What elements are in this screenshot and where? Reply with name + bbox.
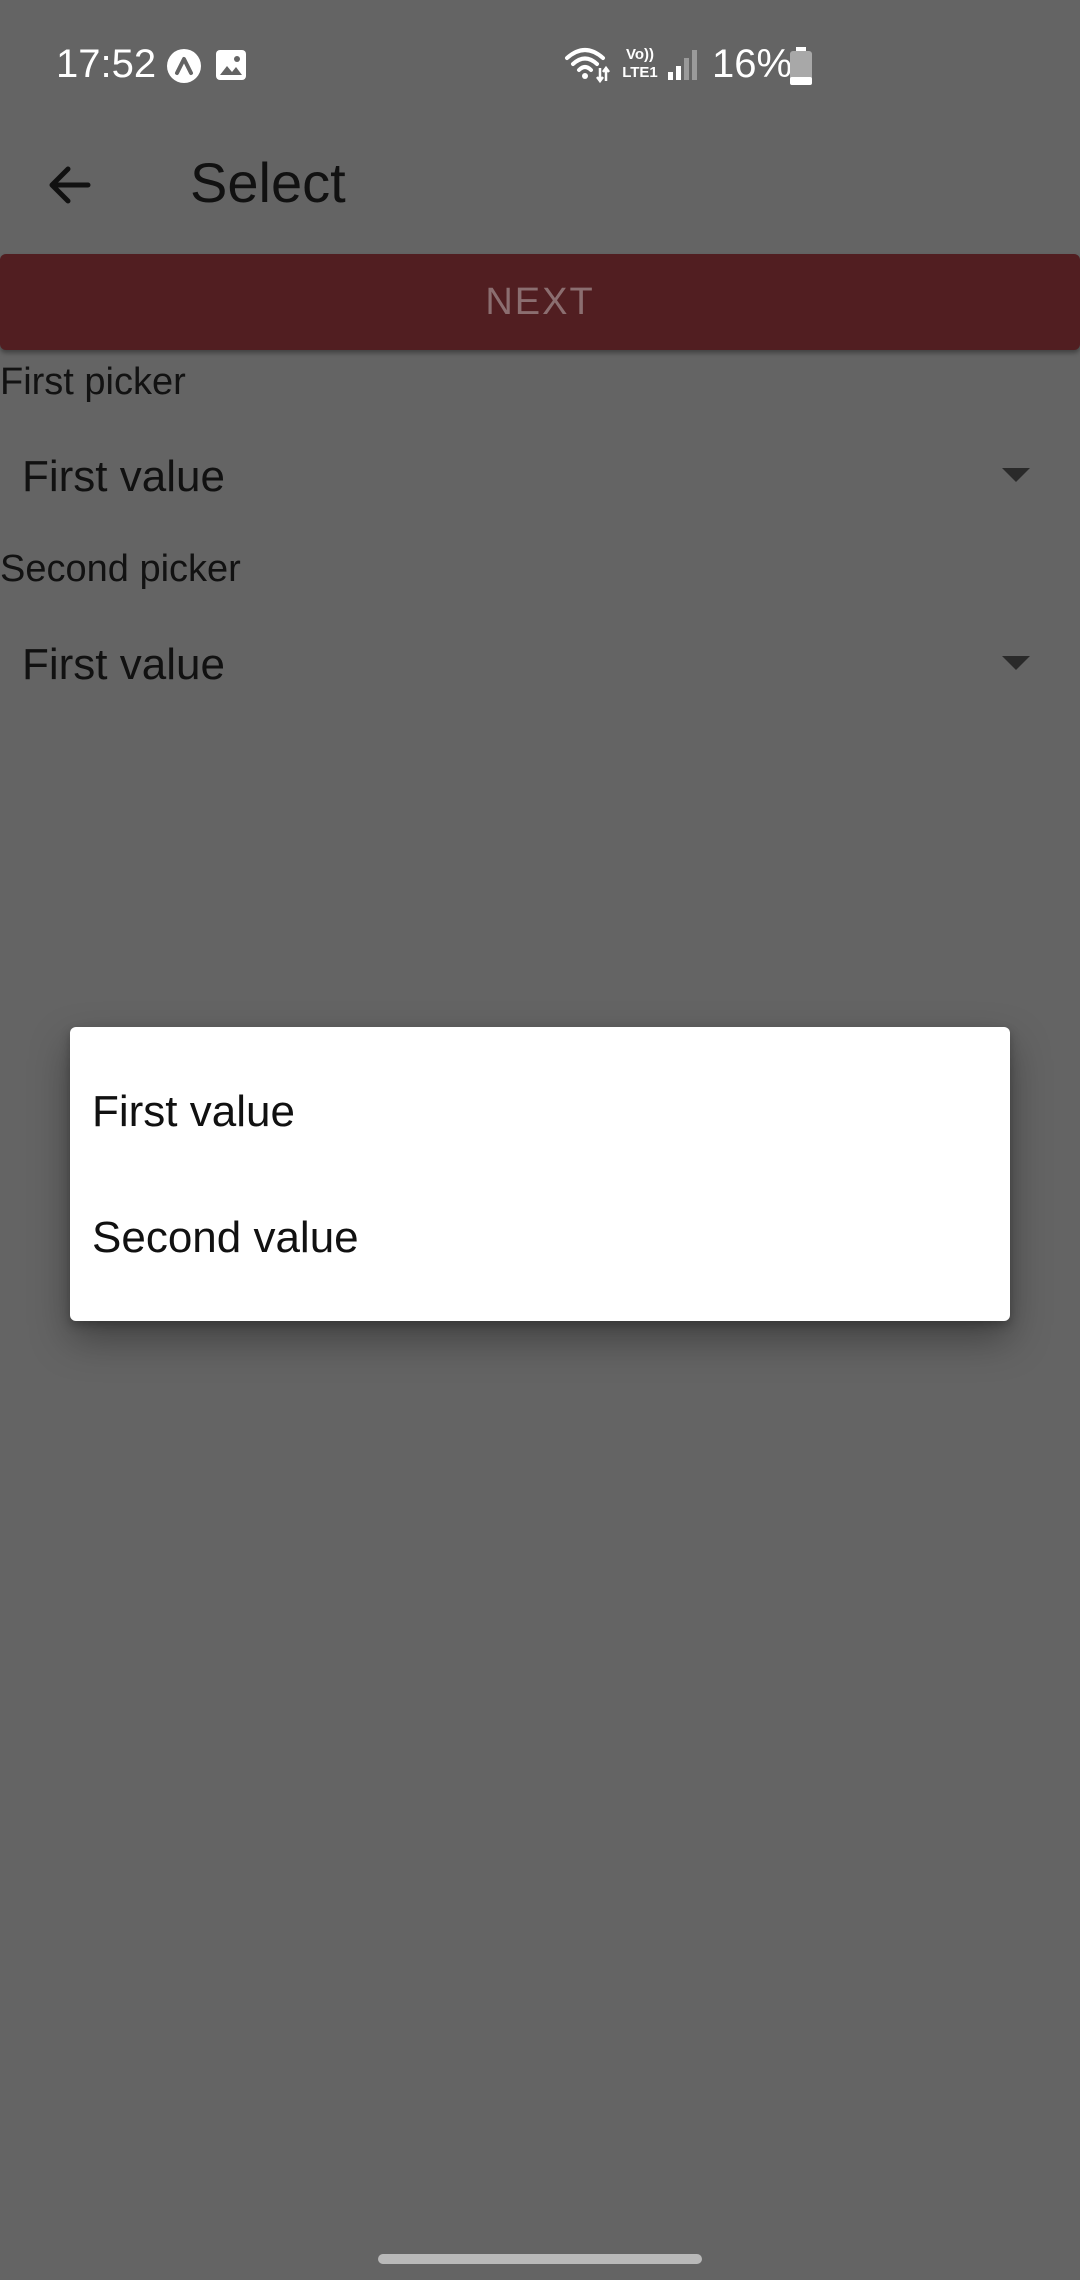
image-notification-icon xyxy=(216,50,246,80)
dropdown-caret-icon xyxy=(1002,656,1030,670)
wifi-icon xyxy=(565,48,610,84)
first-picker-label: First picker xyxy=(0,361,186,403)
battery-icon xyxy=(790,47,812,85)
first-picker[interactable]: First value xyxy=(0,426,1080,526)
battery-percent: 16% xyxy=(712,42,793,86)
second-picker[interactable]: First value xyxy=(0,614,1080,714)
dropdown-option-label: First value xyxy=(92,1087,295,1136)
second-picker-value: First value xyxy=(22,640,225,689)
dropdown-caret-icon xyxy=(1002,468,1030,482)
arrow-left-icon xyxy=(49,166,91,204)
gesture-navigation-bar[interactable] xyxy=(378,2254,702,2264)
next-button-label: NEXT xyxy=(485,280,595,323)
status-bar: 17:52 Vo)) LTE1 16% xyxy=(0,0,1080,128)
dropdown-option-second-value[interactable]: Second value xyxy=(70,1173,1010,1299)
first-picker-value: First value xyxy=(22,452,225,501)
dropdown-dialog: First value Second value xyxy=(70,1027,1010,1321)
signal-icon xyxy=(668,50,697,80)
dropdown-option-label: Second value xyxy=(92,1213,359,1262)
back-button[interactable] xyxy=(38,154,100,216)
status-time: 17:52 xyxy=(56,42,157,86)
dropdown-option-first-value[interactable]: First value xyxy=(70,1047,1010,1173)
volte-icon: Vo)) LTE1 xyxy=(622,46,658,81)
next-button[interactable]: NEXT xyxy=(0,254,1080,350)
second-picker-label: Second picker xyxy=(0,548,241,590)
app-bar: Select xyxy=(0,128,1080,254)
app-notification-icon xyxy=(167,49,201,83)
page-title: Select xyxy=(190,151,346,214)
